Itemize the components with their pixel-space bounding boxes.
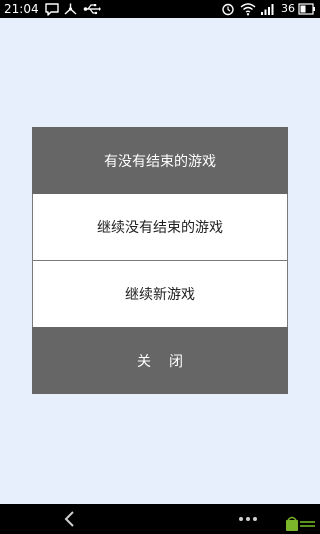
battery-level: 36	[281, 2, 295, 15]
close-button[interactable]: 关闭	[32, 327, 288, 394]
signal-icon	[261, 4, 274, 15]
back-icon[interactable]	[62, 510, 76, 528]
chat-icon	[45, 3, 59, 16]
app-watermark-icon	[286, 516, 315, 531]
share-icon	[64, 3, 77, 15]
status-bar: 21:04 36	[0, 0, 320, 18]
continue-unfinished-game-button[interactable]: 继续没有结束的游戏	[32, 194, 288, 261]
status-time: 21:04	[4, 2, 39, 16]
usb-icon	[83, 4, 101, 15]
battery-icon	[298, 3, 315, 15]
wifi-icon	[240, 3, 256, 16]
resume-game-dialog: 有没有结束的游戏 继续没有结束的游戏 继续新游戏 关闭	[32, 127, 288, 394]
new-game-button[interactable]: 继续新游戏	[32, 261, 288, 327]
menu-dots-icon[interactable]	[238, 516, 258, 522]
alarm-icon	[222, 3, 234, 16]
navigation-bar	[0, 504, 320, 534]
dialog-title: 有没有结束的游戏	[32, 127, 288, 194]
